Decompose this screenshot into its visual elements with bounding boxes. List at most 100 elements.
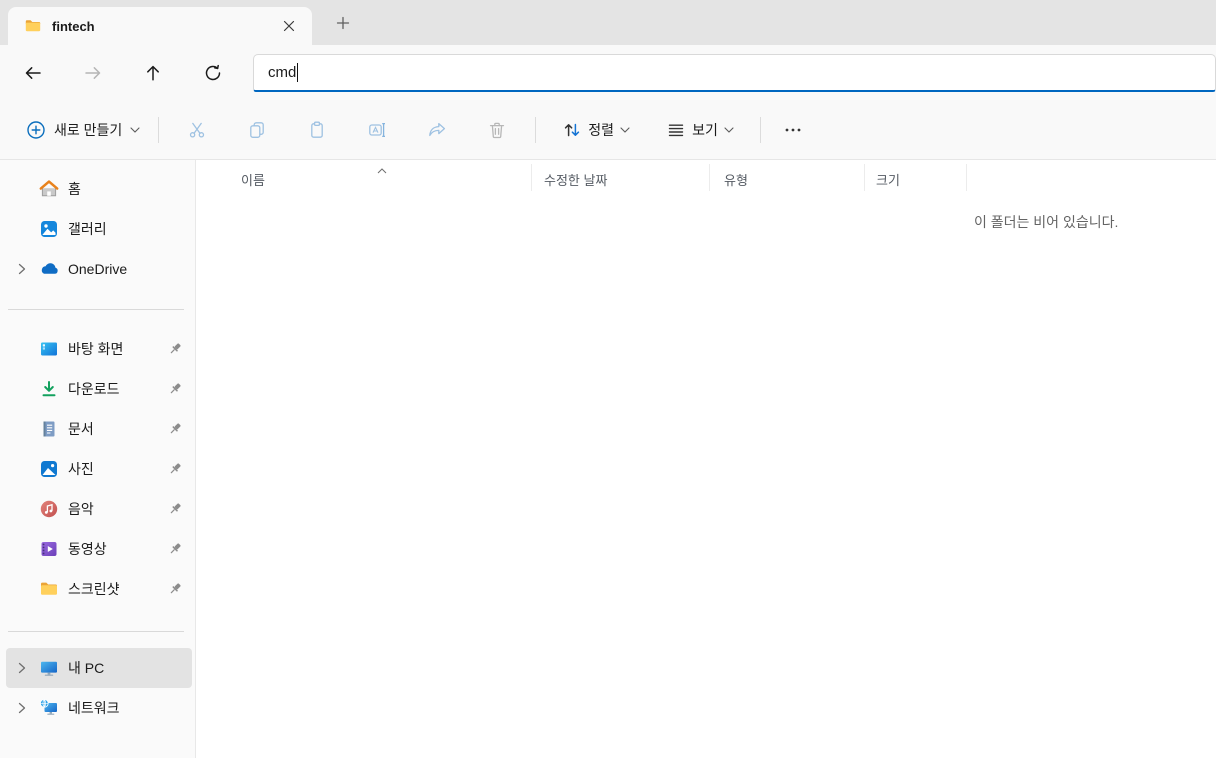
- sidebar-item-desktop[interactable]: 바탕 화면: [6, 329, 192, 369]
- forward-button[interactable]: [73, 53, 113, 93]
- pin-icon: [170, 503, 181, 514]
- rename-icon: [369, 122, 386, 137]
- tab-close-button[interactable]: [276, 13, 302, 39]
- sidebar-item-network[interactable]: 네트워크: [6, 688, 192, 728]
- onedrive-cloud-icon: [38, 259, 60, 279]
- sidebar-item-music[interactable]: 음악: [6, 489, 192, 529]
- back-button[interactable]: [13, 53, 53, 93]
- toolbar-divider: [158, 116, 160, 143]
- sort-ascending-caret-icon: [377, 161, 387, 179]
- paste-icon: [311, 121, 324, 138]
- share-icon: [429, 122, 446, 136]
- toolbar-divider: [535, 116, 537, 143]
- folder-icon: [38, 579, 60, 599]
- content-area: 홈 갤러리 OneDrive 바탕 화면 다운로드 문서 사진 음악 동영상 스…: [0, 160, 1216, 758]
- folder-icon: [24, 17, 42, 35]
- address-text: cmd: [268, 63, 297, 81]
- sidebar-item-label: 문서: [68, 421, 94, 437]
- column-divider[interactable]: [709, 164, 710, 191]
- column-header-size[interactable]: 크기: [876, 170, 900, 189]
- music-icon: [38, 499, 60, 519]
- pin-icon: [170, 383, 181, 394]
- tab-fintech[interactable]: fintech: [8, 7, 312, 45]
- column-divider[interactable]: [864, 164, 865, 191]
- sidebar-item-label: 다운로드: [68, 381, 120, 397]
- view-button[interactable]: 보기: [656, 112, 744, 148]
- up-button[interactable]: [133, 53, 173, 93]
- tab-title: fintech: [52, 18, 95, 34]
- view-button-label: 보기: [692, 121, 718, 138]
- documents-icon: [38, 419, 60, 439]
- sidebar-item-screenshots[interactable]: 스크린샷: [6, 569, 192, 609]
- column-divider[interactable]: [966, 164, 967, 191]
- paste-button[interactable]: [297, 112, 337, 148]
- file-list-area[interactable]: 이름 수정한 날짜 유형 크기 이 폴더는 비어 있습니다.: [196, 160, 1216, 758]
- sidebar-item-downloads[interactable]: 다운로드: [6, 369, 192, 409]
- chevron-down-icon: [724, 126, 734, 133]
- address-bar-input[interactable]: cmd: [253, 53, 1216, 92]
- trash-icon: [490, 122, 505, 138]
- new-button-label: 새로 만들기: [54, 121, 123, 138]
- column-header-date-modified[interactable]: 수정한 날짜: [544, 170, 607, 189]
- pictures-icon: [38, 459, 60, 479]
- sidebar-item-onedrive[interactable]: OneDrive: [6, 249, 192, 289]
- view-icon: [668, 124, 684, 136]
- pin-icon: [170, 543, 181, 554]
- pin-icon: [170, 343, 181, 354]
- navigation-bar: cmd: [0, 45, 1216, 100]
- column-header-type[interactable]: 유형: [724, 170, 748, 189]
- network-icon: [38, 698, 60, 718]
- refresh-button[interactable]: [193, 53, 233, 93]
- column-divider[interactable]: [531, 164, 532, 191]
- sort-button[interactable]: 정렬: [552, 112, 640, 148]
- sidebar-item-label: 네트워크: [68, 700, 120, 716]
- plus-icon: [336, 16, 350, 30]
- file-explorer-window: fintech cmd 새로 만들기 정렬 보기 홈 갤러리 OneDrive …: [0, 0, 1216, 758]
- sidebar-item-pictures[interactable]: 사진: [6, 449, 192, 489]
- sidebar-item-gallery[interactable]: 갤러리: [6, 209, 192, 249]
- text-cursor: [297, 62, 299, 82]
- sidebar-item-label: 바탕 화면: [68, 341, 124, 357]
- home-icon: [38, 179, 60, 199]
- copy-icon: [250, 121, 265, 138]
- sidebar-item-label: 음악: [68, 501, 94, 517]
- share-button[interactable]: [417, 112, 457, 148]
- desktop-icon: [38, 339, 60, 359]
- plus-circle-icon: [27, 120, 45, 139]
- computer-icon: [38, 658, 60, 678]
- rename-button[interactable]: [357, 112, 397, 148]
- sidebar-divider: [8, 309, 184, 310]
- sidebar-item-videos[interactable]: 동영상: [6, 529, 192, 569]
- copy-button[interactable]: [237, 112, 277, 148]
- tab-bar: fintech: [0, 0, 1216, 45]
- more-dots-icon: [785, 128, 801, 131]
- sidebar-item-label: 갤러리: [68, 221, 107, 237]
- new-button[interactable]: 새로 만들기: [16, 112, 150, 148]
- gallery-icon: [38, 219, 60, 239]
- delete-button[interactable]: [477, 112, 517, 148]
- sidebar-divider: [8, 631, 184, 632]
- pin-icon: [170, 463, 181, 474]
- sidebar-item-label: 스크린샷: [68, 581, 120, 597]
- arrow-up-icon: [147, 65, 159, 81]
- pin-icon: [170, 583, 181, 594]
- new-tab-button[interactable]: [328, 8, 358, 38]
- arrow-right-icon: [85, 66, 101, 79]
- videos-icon: [38, 539, 60, 559]
- command-toolbar: 새로 만들기 정렬 보기: [0, 100, 1216, 160]
- cut-button[interactable]: [177, 112, 217, 148]
- chevron-down-icon: [620, 126, 630, 133]
- sidebar-item-label: 내 PC: [68, 660, 105, 676]
- sidebar-item-this-pc[interactable]: 내 PC: [6, 648, 192, 688]
- column-header-name[interactable]: 이름: [241, 170, 265, 189]
- sidebar-item-label: 동영상: [68, 541, 107, 557]
- chevron-right-icon: [18, 702, 26, 714]
- sidebar-item-label: 사진: [68, 461, 94, 477]
- chevron-right-icon: [18, 662, 26, 674]
- more-options-button[interactable]: [773, 112, 813, 148]
- pin-icon: [170, 423, 181, 434]
- toolbar-divider: [759, 116, 761, 143]
- sidebar-item-label: OneDrive: [68, 261, 128, 277]
- sidebar-item-documents[interactable]: 문서: [6, 409, 192, 449]
- sidebar-item-home[interactable]: 홈: [6, 169, 192, 209]
